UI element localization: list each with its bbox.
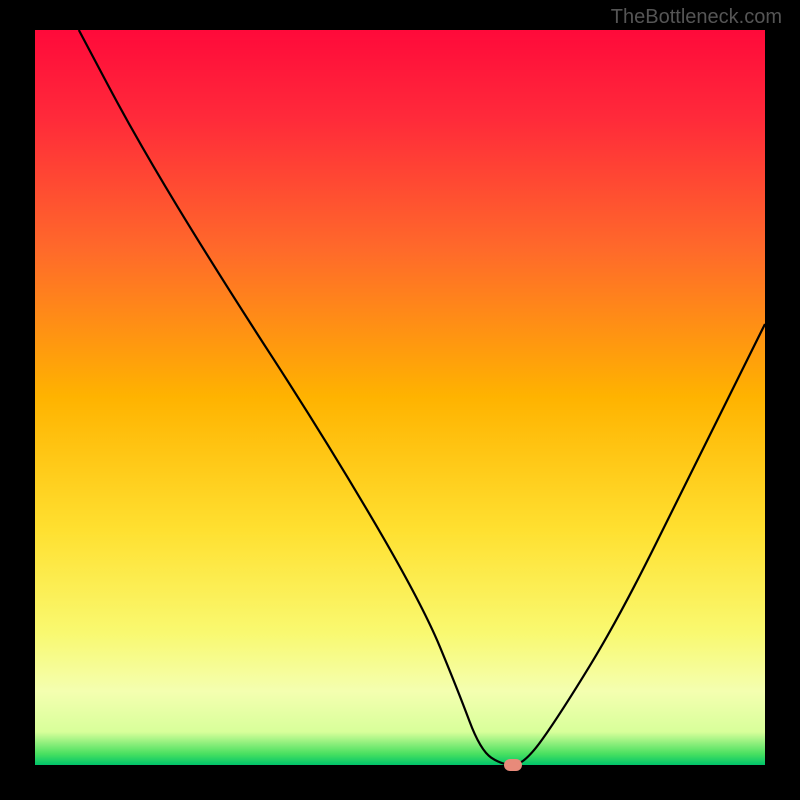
chart-container: TheBottleneck.com — [0, 0, 800, 800]
bottleneck-curve — [35, 30, 765, 765]
plot-area — [35, 30, 765, 765]
watermark-text: TheBottleneck.com — [611, 6, 782, 29]
optimal-marker — [504, 759, 522, 771]
